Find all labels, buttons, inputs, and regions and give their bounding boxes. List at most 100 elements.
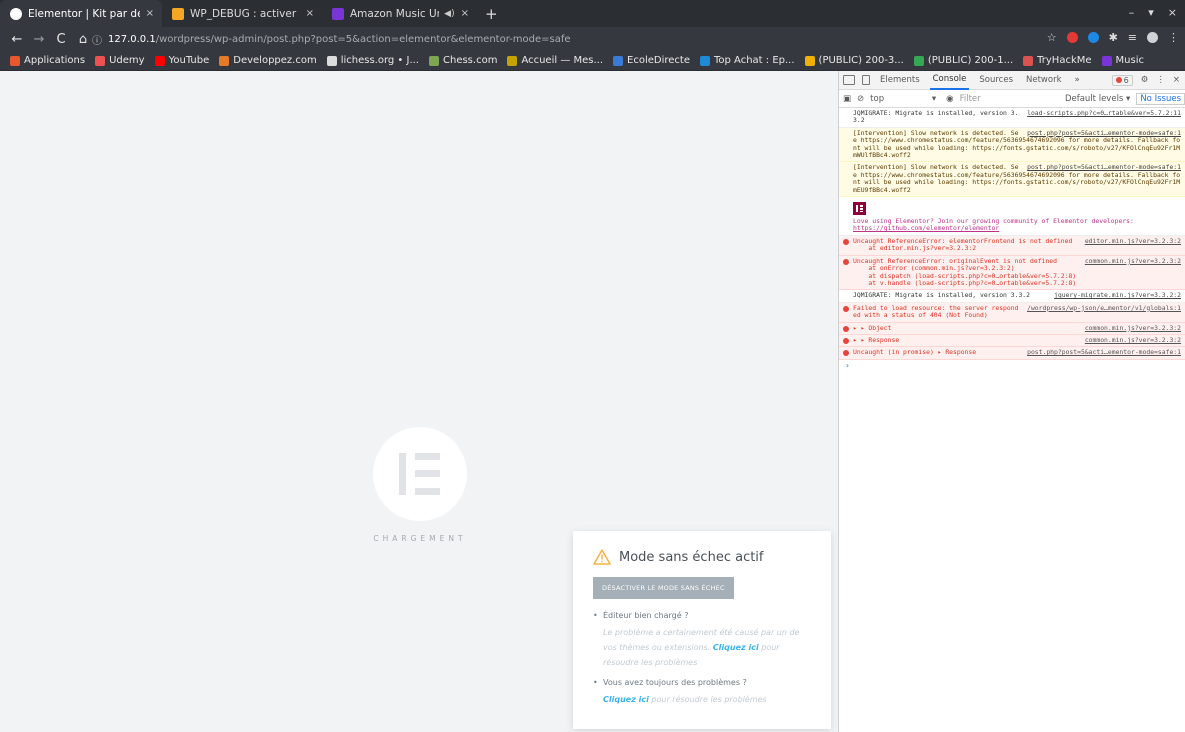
extension-red-icon[interactable] [1066,32,1078,43]
puzzle-icon[interactable]: ✱ [1109,31,1118,44]
bookmark-label: TryHackMe [1037,55,1092,66]
bookmark-item[interactable]: TryHackMe [1023,55,1092,66]
tab-sources[interactable]: Sources [976,71,1016,90]
tab-console[interactable]: Console [929,71,970,90]
message-text: Uncaught ReferenceError: elementorFronte… [853,236,1073,253]
bookmark-item[interactable]: (PUBLIC) 200-1... [913,55,1014,66]
bookmark-item[interactable]: YouTube [154,55,209,66]
list-item: Vous avez toujours des problèmes ? Cliqu… [593,678,811,707]
reload-button[interactable]: C [50,32,72,47]
console-message[interactable]: common.min.js?ver=3.2.3:2 Uncaught Refere… [839,255,1185,291]
deactivate-safe-mode-button[interactable]: DÉSACTIVER LE MODE SANS ÉCHEC [593,577,734,599]
info-icon[interactable]: ⓘ [92,32,102,47]
bookmark-item[interactable]: EcoleDirecte [613,55,690,66]
console-message[interactable]: jquery-migrate.min.js?ver=3.3.2:2 JQMIGRA… [839,290,1185,303]
tab-wp-debug[interactable]: WP_DEBUG : activer les lo × [162,0,322,27]
bookmark-item[interactable]: Accueil — Mes... [507,55,603,66]
filter-input[interactable]: Filter [960,94,1015,104]
home-button[interactable]: ⌂ [72,32,94,47]
source-link[interactable]: common.min.js?ver=3.2.3:2 [1085,324,1181,332]
bookmark-favicon-icon [1101,55,1112,66]
question-label: Éditeur bien chargé ? [603,611,689,620]
bookmark-label: EcoleDirecte [627,55,690,66]
bookmark-item[interactable]: Applications [10,55,85,66]
promo-link[interactable]: https://github.com/elementor/elementor [853,225,1181,233]
console-message[interactable]: post.php?post=5&acti…ementor-mode=safe:1… [839,347,1185,360]
clear-console-icon[interactable]: ⊘ [857,94,864,104]
tab-elementor[interactable]: Elementor | Kit par défaut × [0,0,162,27]
forward-button[interactable]: → [28,32,50,47]
bookmark-label: Applications [24,55,86,66]
levels-dropdown[interactable]: Default levels ▾ [1065,94,1130,104]
maximize-button[interactable]: ▾ [1148,6,1154,19]
wp-debug-favicon-icon [172,7,184,20]
source-link[interactable]: common.min.js?ver=3.2.3:2 [1085,257,1181,265]
bookmark-item[interactable]: Udemy [95,55,145,66]
bookmark-favicon-icon [700,55,710,66]
source-link[interactable]: common.min.js?ver=3.2.3:2 [1085,336,1181,344]
browser-window: { "tabs":[ {"title":"Elementor | Kit par… [0,0,1185,732]
console-message[interactable]: editor.min.js?ver=3.2.3:2 Uncaught Refere… [839,235,1185,256]
close-icon[interactable]: × [1173,75,1180,85]
extension-blue-icon[interactable] [1087,32,1099,43]
avatar[interactable] [1147,32,1158,43]
back-button[interactable]: ← [6,32,28,47]
message-text: JQMIGRATE: Migrate is installed, version… [853,291,1030,300]
bookmark-label: Developpez.com [233,55,317,66]
new-tab-button[interactable]: + [477,0,506,27]
bookmark-item[interactable]: Developpez.com [219,55,317,66]
minimize-button[interactable]: – [1129,6,1135,19]
issues-button[interactable]: No Issues [1136,92,1185,105]
source-link[interactable]: jquery-migrate.min.js?ver=3.3.2:2 [1054,291,1181,299]
speaker-icon[interactable]: ◀) [444,9,454,19]
url-host: 127.0.0.1 [108,33,156,45]
console-message[interactable]: post.php?post=5&acti…ementor-mode=safe:1… [839,127,1185,163]
bookmark-label: (PUBLIC) 200-1... [927,55,1014,66]
browser-toolbar: ← → C ⌂ ⓘ 127.0.0.1 /wordpress/wp-admin/… [0,27,1185,51]
console-prompt[interactable]: › [839,360,1185,371]
close-tab-icon[interactable]: × [461,8,469,19]
source-link[interactable]: post.php?post=5&acti…ementor-mode=safe:1 [1027,348,1181,356]
console-message[interactable]: load-scripts.php?c=0…rtable&ver=5.7.2:11… [839,108,1185,128]
console-message[interactable]: post.php?post=5&acti…ementor-mode=safe:1… [839,162,1185,198]
queue-icon[interactable]: ≡ [1128,31,1137,44]
inspect-icon[interactable] [843,75,855,85]
message-text: Uncaught ReferenceError: originalEvent i… [853,256,1077,287]
source-link[interactable]: load-scripts.php?c=0…rtable&ver=5.7.2:11 [1027,109,1181,117]
bookmark-item[interactable]: Top Achat : Ep... [700,55,795,66]
context-select[interactable]: top ▾ [870,94,940,104]
close-tab-icon[interactable]: × [146,8,154,19]
click-here-link[interactable]: Cliquez ici [713,643,759,652]
close-window-button[interactable]: × [1168,6,1177,19]
source-link[interactable]: editor.min.js?ver=3.2.3:2 [1085,237,1181,245]
bookmark-item[interactable]: Chess.com [429,55,497,66]
menu-icon[interactable]: ⋮ [1156,75,1165,85]
bookmark-label: (PUBLIC) 200-3... [818,55,904,66]
menu-icon[interactable]: ⋮ [1168,31,1179,44]
error-count-badge[interactable]: 6 [1111,74,1133,86]
bookmark-label: Music [1115,55,1144,66]
console-message[interactable]: common.min.js?ver=3.2.3:2 ▸ ▸ Response [839,334,1185,348]
bookmark-item[interactable]: lichess.org • J... [326,55,419,66]
tab-amazon-music[interactable]: Amazon Music Unlimi ◀) × [322,0,477,27]
bookmark-favicon-icon [804,55,815,66]
sidebar-toggle-icon[interactable]: ▣ [843,94,851,104]
device-toggle-icon[interactable] [862,75,870,85]
more-tabs-button[interactable]: » [1072,71,1083,90]
bookmark-item[interactable]: (PUBLIC) 200-3... [804,55,904,66]
bookmark-label: Chess.com [443,55,498,66]
eye-icon[interactable]: ◉ [946,94,953,104]
click-here-link[interactable]: Cliquez ici [603,695,649,704]
source-link[interactable]: /wordpress/wp-json/e…mentor/v1/globals:1 [1027,304,1181,312]
bookmark-favicon-icon [154,55,165,66]
address-bar[interactable]: ⓘ 127.0.0.1 /wordpress/wp-admin/post.php… [92,30,1092,48]
close-tab-icon[interactable]: × [306,8,314,19]
gear-icon[interactable]: ⚙ [1141,75,1149,85]
tab-network[interactable]: Network [1023,71,1065,90]
console-message[interactable]: /wordpress/wp-json/e…mentor/v1/globals:1… [839,302,1185,323]
message-text: ▸ ▸ Object [853,323,892,332]
console-message[interactable]: common.min.js?ver=3.2.3:2 ▸ ▸ Object [839,322,1185,335]
tab-elements[interactable]: Elements [877,71,923,90]
star-icon[interactable]: ☆ [1047,31,1057,44]
bookmark-item[interactable]: Music [1101,55,1144,66]
